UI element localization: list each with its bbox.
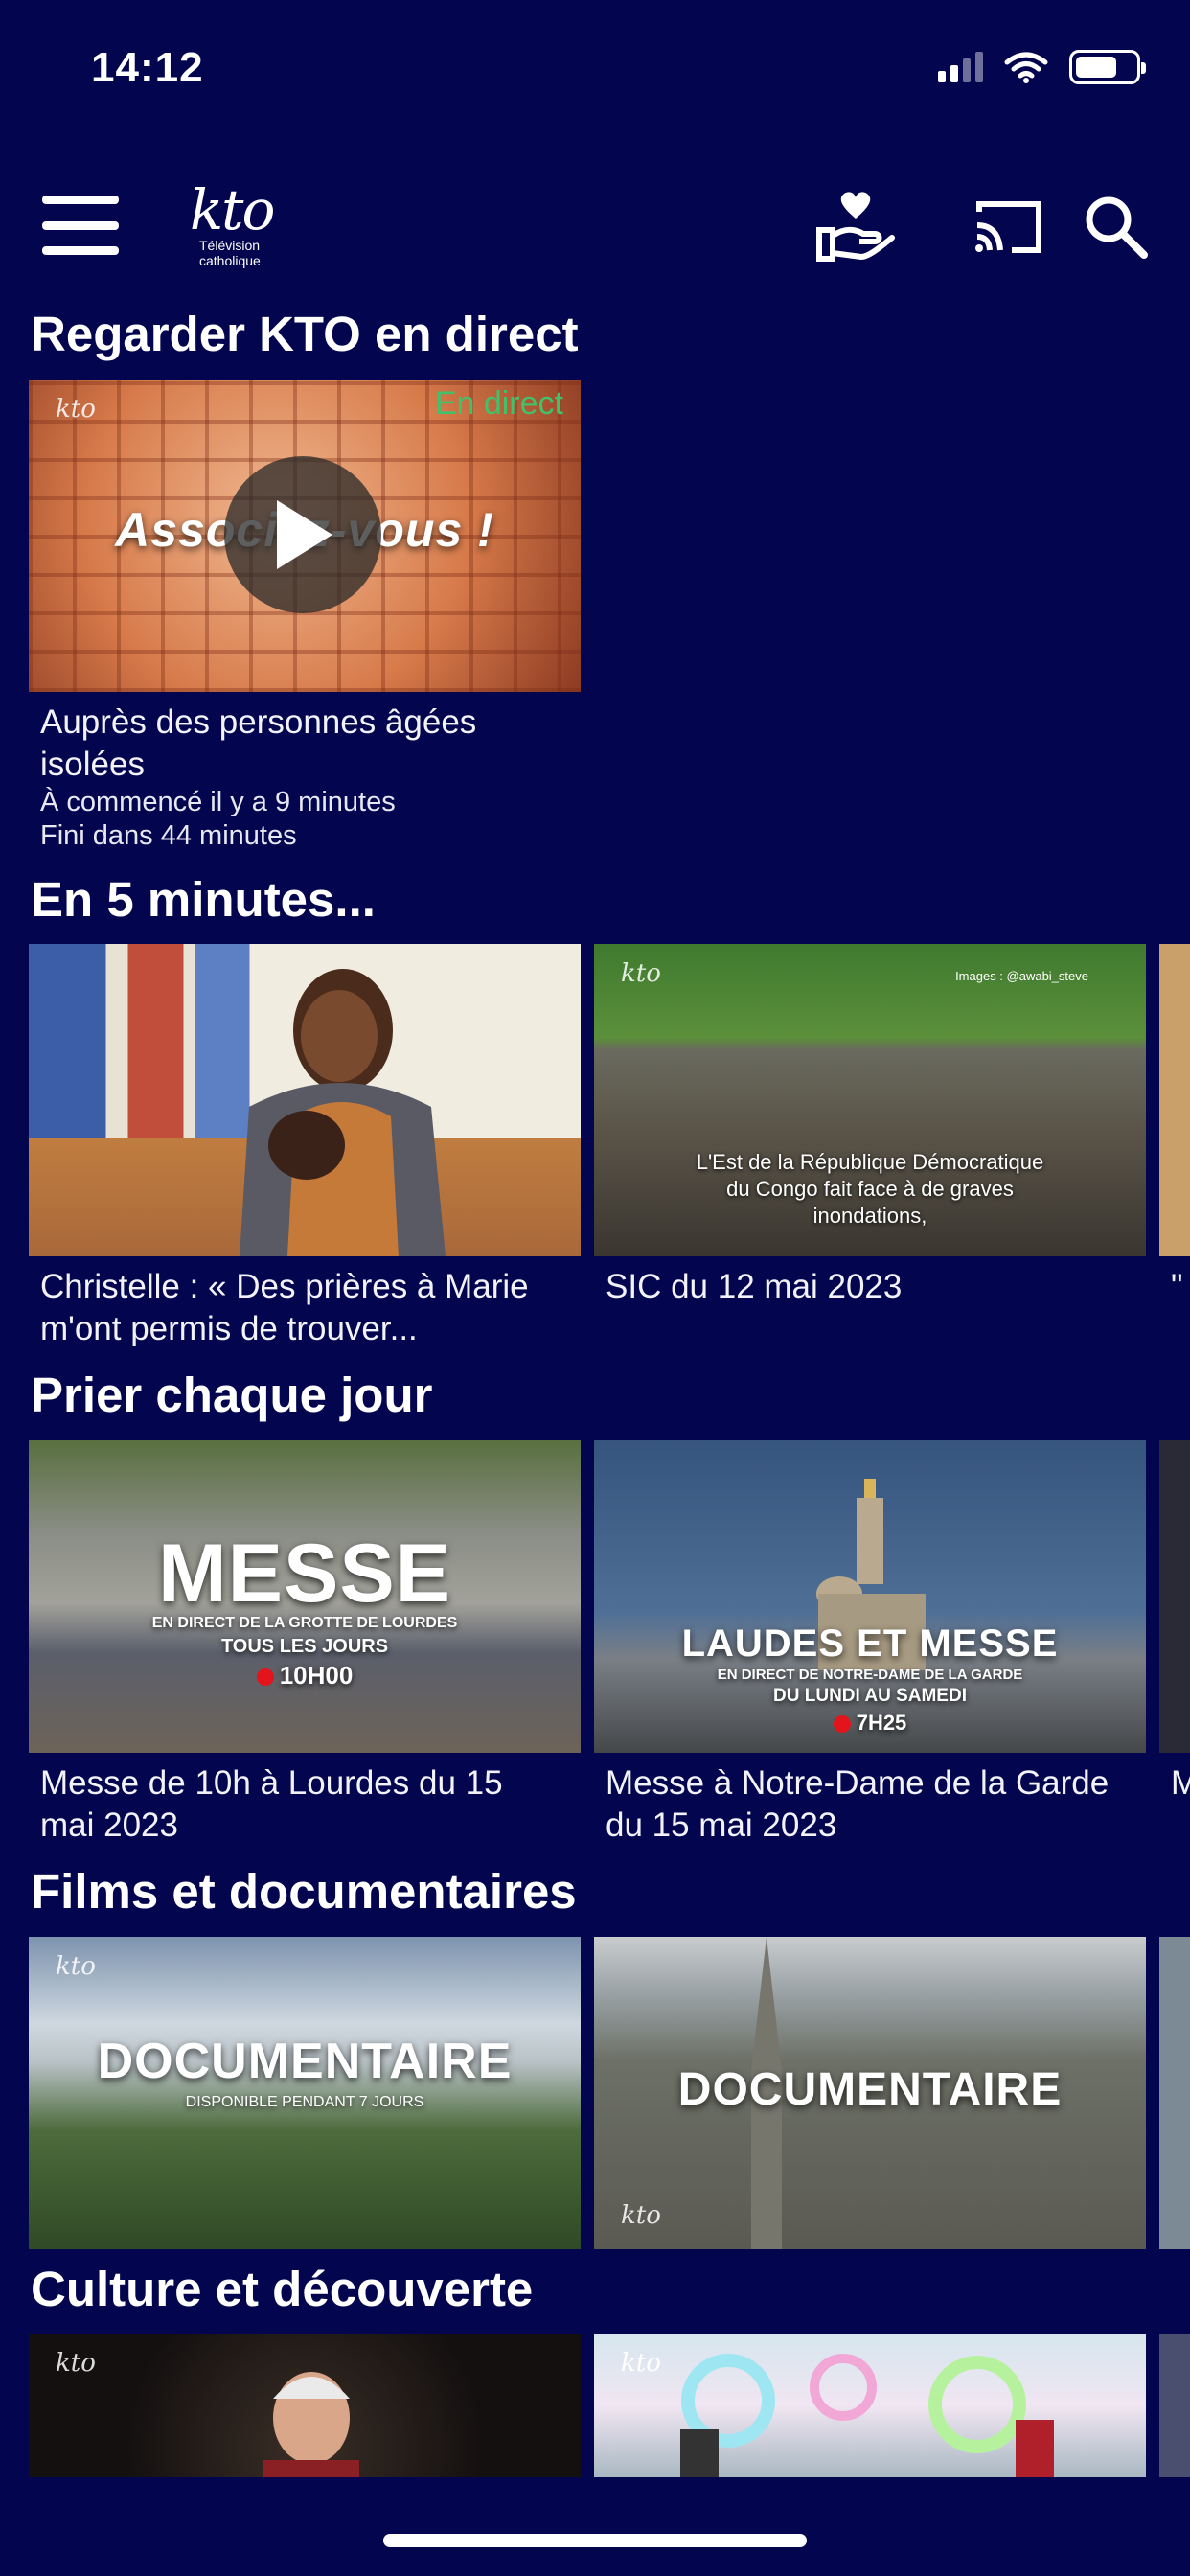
person-illustration — [263, 2372, 359, 2477]
person-illustration — [240, 969, 446, 1256]
kto-logo[interactable]: kto Télévision catholique — [190, 182, 324, 278]
row-culture: kto kto — [0, 2334, 1190, 2477]
video-title: SIC du 12 mai 2023 — [606, 1268, 903, 1305]
play-button[interactable] — [224, 456, 381, 613]
thumb-time: 7H25 — [594, 1711, 1146, 1736]
live-started: À commencé il y a 9 minutes — [40, 787, 396, 817]
kto-watermark: kto — [621, 959, 661, 988]
row-prier: MESSE EN DIRECT DE LA GROTTE DE LOURDES … — [0, 1440, 1190, 1843]
thumb-line1: EN DIRECT DE NOTRE-DAME DE LA GARDE — [717, 1667, 1023, 1683]
section-title-prier: Prier chaque jour — [31, 1368, 433, 1422]
wifi-icon — [1004, 52, 1048, 83]
row-live: kto En direct Associez-vous ! Auprès des… — [0, 380, 1190, 859]
kto-watermark: kto — [621, 2201, 661, 2230]
kto-watermark: kto — [56, 1952, 96, 1981]
status-bar: 14:12 — [0, 0, 1190, 144]
cellular-signal-icon — [938, 52, 983, 82]
section-title-5min: En 5 minutes... — [31, 872, 376, 927]
video-card[interactable] — [1159, 2334, 1190, 2477]
video-card[interactable]: kto DOCUMENTAIRE DISPONIBLE PENDANT 7 JO… — [29, 1937, 581, 2249]
thumb-main-caption: DOCUMENTAIRE — [677, 2064, 1063, 2115]
live-card-title: Auprès des personnes âgées isolées — [40, 703, 477, 783]
video-card[interactable]: kto — [594, 2334, 1146, 2477]
video-title: M G — [1171, 1764, 1190, 1802]
video-title: Messe à Notre-Dame de la Garde du 15 mai… — [606, 1764, 1110, 1843]
video-thumbnail[interactable]: DOCUMENTAIRE kto — [594, 1937, 1146, 2249]
video-card[interactable]: DOCUMENTAIRE kto — [594, 1937, 1146, 2249]
video-thumbnail[interactable]: kto DOCUMENTAIRE DISPONIBLE PENDANT 7 JO… — [29, 1937, 581, 2249]
app-header: kto Télévision catholique — [0, 172, 1190, 278]
live-thumbnail[interactable]: kto En direct Associez-vous ! — [29, 380, 581, 692]
section-title-live: Regarder KTO en direct — [31, 307, 579, 361]
kto-watermark: kto — [56, 2349, 96, 2378]
video-thumbnail[interactable]: kto — [594, 2334, 1146, 2477]
thumb-main-caption: LAUDES ET MESSE — [681, 1622, 1059, 1665]
video-card[interactable] — [1159, 1937, 1190, 2249]
row-films: kto DOCUMENTAIRE DISPONIBLE PENDANT 7 JO… — [0, 1937, 1190, 2253]
live-ends: Fini dans 44 minutes — [40, 820, 297, 851]
video-card[interactable]: " fo — [1159, 944, 1190, 1308]
video-thumbnail[interactable]: kto — [29, 2334, 581, 2477]
thumb-line2: DU LUNDI AU SAMEDI — [773, 1686, 967, 1706]
live-dot — [256, 1668, 274, 1687]
image-credit: Images : @awabi_steve — [955, 969, 1088, 983]
menu-icon[interactable] — [42, 192, 119, 259]
battery-icon — [1069, 50, 1146, 84]
set-decor — [680, 2354, 1054, 2477]
video-thumbnail[interactable]: MESSE EN DIRECT DE LA GROTTE DE LOURDES … — [29, 1440, 581, 1753]
cast-icon[interactable] — [968, 186, 1050, 268]
video-card[interactable]: Christelle : « Des prières à Marie m'ont… — [29, 944, 581, 1346]
video-thumbnail[interactable] — [1159, 2334, 1190, 2477]
thumb-line2: TOUS LES JOURS — [220, 1636, 389, 1657]
video-title: " fo — [1171, 1268, 1190, 1305]
thumb-main-caption: MESSE — [157, 1528, 452, 1620]
video-thumbnail[interactable]: kto Images : @awabi_steve L'Est de la Ré… — [594, 944, 1146, 1256]
play-icon — [277, 500, 332, 569]
video-card[interactable]: kto Images : @awabi_steve L'Est de la Ré… — [594, 944, 1146, 1308]
video-thumbnail[interactable]: LAUDES ET MESSE EN DIRECT DE NOTRE-DAME … — [594, 1440, 1146, 1753]
live-dot — [833, 1715, 851, 1734]
video-title: Christelle : « Des prières à Marie m'ont… — [40, 1268, 529, 1346]
thumb-line1: DISPONIBLE PENDANT 7 JOURS — [185, 2094, 424, 2110]
video-thumbnail[interactable] — [1159, 1440, 1190, 1753]
section-title-culture: Culture et découverte — [31, 2262, 534, 2316]
home-indicator[interactable] — [383, 2534, 807, 2547]
video-card[interactable]: M G — [1159, 1440, 1190, 1805]
thumb-main-caption: DOCUMENTAIRE — [97, 2034, 513, 2089]
thumb-time: 10H00 — [29, 1661, 581, 1690]
video-subtitle: L'Est de la République Démocratique du C… — [696, 1150, 1044, 1228]
video-card[interactable]: LAUDES ET MESSE EN DIRECT DE NOTRE-DAME … — [594, 1440, 1146, 1843]
video-thumbnail[interactable] — [29, 944, 581, 1256]
video-thumbnail[interactable] — [1159, 1937, 1190, 2249]
section-title-films: Films et documentaires — [31, 1864, 577, 1919]
row-5min: Christelle : « Des prières à Marie m'ont… — [0, 944, 1190, 1346]
status-time: 14:12 — [91, 44, 204, 91]
thumb-line1: EN DIRECT DE LA GROTTE DE LOURDES — [151, 1615, 458, 1631]
live-badge: En direct — [434, 385, 563, 422]
live-card[interactable]: kto En direct Associez-vous ! Auprès des… — [29, 380, 581, 853]
search-icon[interactable] — [1075, 186, 1157, 268]
video-thumbnail[interactable] — [1159, 944, 1190, 1256]
video-title: Messe de 10h à Lourdes du 15 mai 2023 — [40, 1764, 503, 1843]
kto-watermark: kto — [56, 395, 96, 424]
video-card[interactable]: MESSE EN DIRECT DE LA GROTTE DE LOURDES … — [29, 1440, 581, 1843]
video-card[interactable]: kto — [29, 2334, 581, 2477]
donate-icon[interactable] — [814, 186, 897, 268]
status-icons — [938, 50, 1146, 84]
